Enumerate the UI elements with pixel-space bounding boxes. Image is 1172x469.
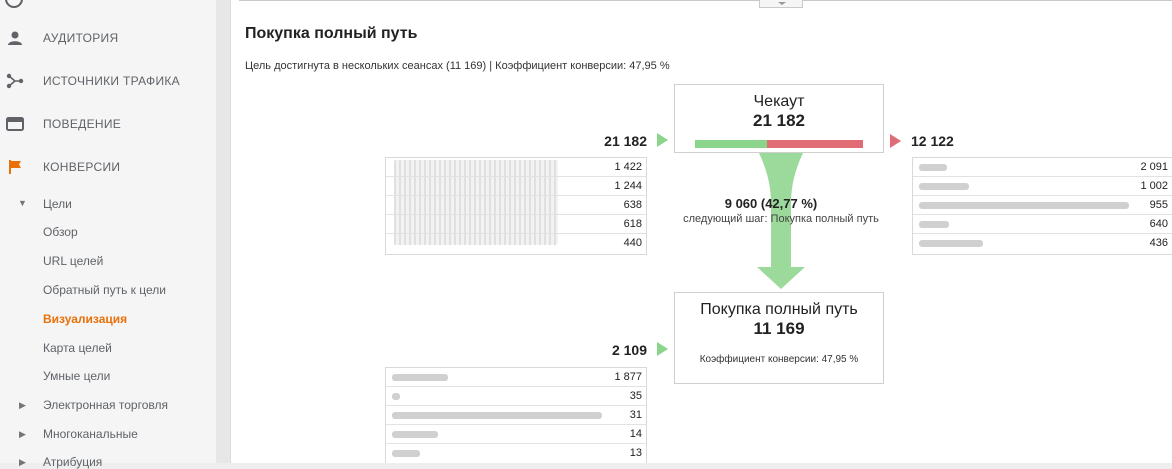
table-row[interactable]: 1 422: [386, 158, 646, 177]
step-name: Покупка полный путь: [700, 301, 858, 318]
table-row[interactable]: 1 244: [386, 177, 646, 196]
person-icon: [5, 28, 25, 48]
report-panel: Покупка полный путь Цель достигнута в не…: [230, 0, 1172, 463]
step2-entrance-sources-table: 1 877 35 31 14 13: [385, 367, 647, 463]
table-row[interactable]: 1 002: [913, 177, 1172, 196]
step-value: 11 169: [753, 319, 805, 338]
row-value: 1 244: [614, 180, 642, 192]
caret-down-icon[interactable]: ▼: [18, 198, 27, 208]
divider: [239, 0, 1172, 1]
row-value: 1 002: [1140, 180, 1168, 192]
report-subtitle: Цель достигнута в нескольких сеансах (11…: [245, 60, 670, 72]
sidebar-goals-overview[interactable]: Обзор: [43, 225, 78, 239]
step1-exits: 12 122: [911, 133, 954, 149]
table-row[interactable]: 618: [386, 215, 646, 234]
flow-continue-value: 9 060 (42,77 %): [724, 196, 818, 211]
exit-bar: [767, 140, 863, 148]
sidebar-attribution[interactable]: Атрибуция: [43, 455, 102, 469]
sidebar-item-behavior[interactable]: Поведение: [0, 104, 216, 144]
blurred-label: [392, 412, 602, 419]
table-row[interactable]: 14: [386, 425, 646, 444]
sidebar-item-audience[interactable]: Аудитория: [0, 18, 216, 58]
row-value: 35: [629, 390, 642, 402]
funnel-step-purchase[interactable]: Покупка полный путь 11 169 Коэффициент к…: [674, 292, 884, 384]
conversion-rate: Коэффициент конверсии: 47,95 %: [699, 354, 859, 365]
row-value: 640: [1149, 218, 1168, 230]
funnel-step-checkout[interactable]: Чекаут 21 182: [674, 84, 884, 153]
sidebar-item-label: Конверсии: [43, 160, 121, 174]
collapse-toggle[interactable]: [759, 0, 803, 8]
flow-next-step-desc: следующий шаг: Покупка полный путь: [683, 213, 879, 225]
sidebar-gutter: [216, 0, 230, 463]
table-row[interactable]: 638: [386, 196, 646, 215]
report-title: Покупка полный путь: [245, 25, 418, 42]
row-value: 14: [629, 428, 642, 440]
blurred-label: [392, 431, 438, 438]
row-value: 436: [1149, 237, 1168, 249]
table-row[interactable]: 35: [386, 387, 646, 406]
table-row[interactable]: 1 877: [386, 368, 646, 387]
table-row[interactable]: 955: [913, 196, 1172, 215]
row-value: 13: [629, 447, 642, 459]
step-value: 21 182: [753, 111, 805, 130]
row-value: 1 422: [614, 161, 642, 173]
blurred-label: [919, 240, 983, 247]
table-row[interactable]: 640: [913, 215, 1172, 234]
sidebar-goals-map[interactable]: Карта целей: [43, 341, 112, 355]
row-value: 955: [1149, 199, 1168, 211]
arrow-right-icon: [657, 133, 668, 147]
blurred-label: [919, 221, 949, 228]
fork-icon: [5, 71, 25, 91]
sidebar-item-acquisition[interactable]: Источники трафика: [0, 61, 216, 101]
row-value: 1 877: [614, 371, 642, 383]
exit-destinations-table: 2 091 1 002 955 640 436: [912, 157, 1172, 255]
sidebar-multichannel[interactable]: Многоканальные: [43, 427, 138, 441]
step1-entrances: 21 182: [604, 133, 647, 149]
sidebar-ecommerce[interactable]: Электронная торговля: [43, 398, 168, 412]
table-row[interactable]: 436: [913, 234, 1172, 253]
sidebar-goals[interactable]: Цели: [43, 197, 72, 211]
sidebar-item-label: Поведение: [43, 117, 122, 131]
blurred-label: [392, 393, 400, 400]
arrow-right-icon: [890, 134, 901, 148]
caret-right-icon[interactable]: ▶: [19, 429, 26, 440]
clock-icon[interactable]: [5, 0, 23, 8]
blurred-label: [392, 450, 420, 457]
row-value: 440: [623, 237, 642, 249]
step2-entrances: 2 109: [611, 342, 647, 358]
step-name: Чекаут: [753, 93, 805, 110]
table-row[interactable]: 2 091: [913, 158, 1172, 177]
continue-bar: [695, 140, 767, 148]
blurred-label: [392, 374, 448, 381]
table-row[interactable]: 31: [386, 406, 646, 425]
arrow-right-icon: [657, 342, 668, 356]
blurred-label: [919, 164, 947, 171]
sidebar: Аудитория Источники трафика Поведение Ко…: [0, 0, 216, 469]
sidebar-goals-urls[interactable]: URL целей: [43, 254, 103, 268]
sidebar-smart-goals[interactable]: Умные цели: [43, 369, 110, 383]
row-value: 2 091: [1140, 161, 1168, 173]
sidebar-goals-reverse-path[interactable]: Обратный путь к цели: [43, 283, 166, 297]
sidebar-goals-visualization[interactable]: Визуализация: [43, 312, 127, 326]
blurred-label: [919, 183, 969, 190]
sidebar-item-conversions[interactable]: Конверсии: [0, 147, 216, 187]
blurred-label: [919, 202, 1129, 209]
table-row[interactable]: 13: [386, 444, 646, 463]
entrance-sources-table: 1 422 1 244 638 618 440: [385, 157, 647, 255]
row-value: 31: [629, 409, 642, 421]
sidebar-item-label: Источники трафика: [43, 74, 180, 88]
window-icon: [5, 114, 25, 134]
table-row[interactable]: 440: [386, 234, 646, 253]
caret-right-icon[interactable]: ▶: [19, 400, 26, 411]
flag-icon: [5, 157, 25, 177]
sidebar-item-label: Аудитория: [43, 31, 119, 45]
row-value: 618: [623, 218, 642, 230]
row-value: 638: [623, 199, 642, 211]
